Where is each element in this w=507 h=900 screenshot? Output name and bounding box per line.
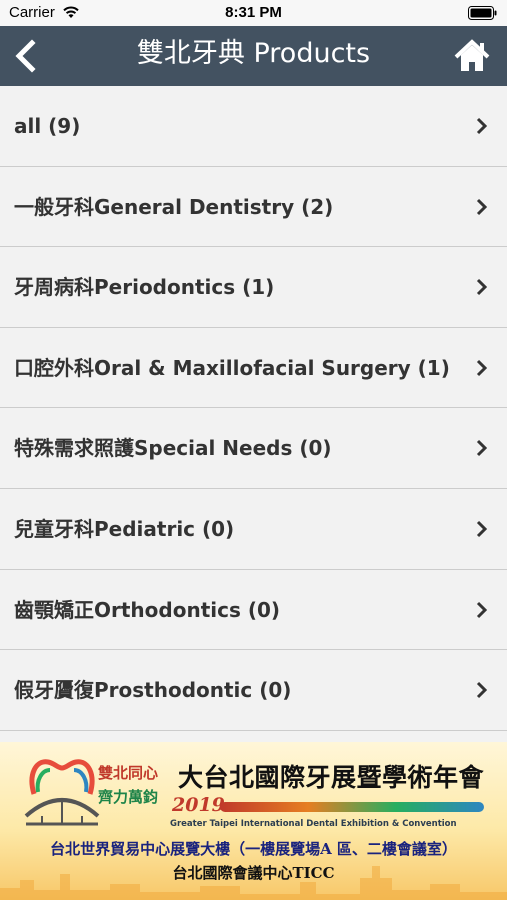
chevron-right-icon	[476, 682, 487, 699]
city-skyline-graphic	[0, 866, 507, 900]
page-title: 雙北牙典 Products	[136, 38, 371, 69]
chevron-right-icon	[476, 440, 487, 457]
category-row-all[interactable]: all (9)	[0, 86, 507, 167]
category-row-periodontics[interactable]: 牙周病科Periodontics (1)	[0, 247, 507, 328]
home-icon[interactable]	[453, 38, 491, 74]
category-label: 兒童牙科Pediatric (0)	[14, 516, 235, 541]
tooth-bridge-logo-icon	[24, 759, 100, 826]
clock: 8:31 PM	[225, 4, 282, 21]
slogan-line-2: 齊力萬鈞	[98, 788, 159, 806]
category-row-orthodontics[interactable]: 齒顎矯正Orthodontics (0)	[0, 570, 507, 651]
category-list: all (9) 一般牙科General Dentistry (2) 牙周病科Pe…	[0, 86, 507, 731]
chevron-right-icon	[476, 117, 487, 135]
back-chevron-icon[interactable]	[10, 38, 42, 74]
category-label: 口腔外科Oral & Maxillofacial Surgery (1)	[14, 355, 450, 380]
category-row-pediatric[interactable]: 兒童牙科Pediatric (0)	[0, 489, 507, 570]
chevron-right-icon	[476, 279, 487, 296]
banner-title: 大台北國際牙展暨學術年會	[178, 763, 485, 792]
banner-subtitle-en: Greater Taipei International Dental Exhi…	[170, 819, 457, 829]
category-row-special-needs[interactable]: 特殊需求照護Special Needs (0)	[0, 408, 507, 489]
category-label: 一般牙科General Dentistry (2)	[14, 194, 334, 219]
category-label: 齒顎矯正Orthodontics (0)	[14, 597, 281, 622]
banner-venue-line-1: 台北世界貿易中心展覽大樓（一樓展覽場A 區、二樓會議室）	[50, 840, 457, 858]
category-row-prosthodontic[interactable]: 假牙贗復Prosthodontic (0)	[0, 650, 507, 731]
chevron-right-icon	[476, 601, 487, 618]
chevron-right-icon	[476, 359, 487, 376]
decorative-stripe	[220, 802, 484, 812]
category-row-oral-surgery[interactable]: 口腔外科Oral & Maxillofacial Surgery (1)	[0, 328, 507, 409]
navigation-bar: 雙北牙典 Products	[0, 26, 507, 86]
category-label: 牙周病科Periodontics (1)	[14, 275, 275, 300]
slogan-line-1: 雙北同心	[98, 764, 159, 782]
category-label: 假牙贗復Prosthodontic (0)	[14, 678, 292, 703]
status-bar: Carrier 8:31 PM	[0, 0, 507, 26]
battery-icon	[468, 6, 497, 20]
banner-year: 2019	[172, 794, 225, 816]
category-label: 特殊需求照護Special Needs (0)	[14, 436, 332, 461]
category-label: all (9)	[14, 114, 81, 138]
chevron-right-icon	[476, 520, 487, 538]
chevron-right-icon	[476, 198, 487, 215]
event-banner[interactable]: 雙北同心 齊力萬鈞 大台北國際牙展暨學術年會 2019 Greater Taip…	[0, 742, 507, 900]
category-row-general-dentistry[interactable]: 一般牙科General Dentistry (2)	[0, 167, 507, 248]
